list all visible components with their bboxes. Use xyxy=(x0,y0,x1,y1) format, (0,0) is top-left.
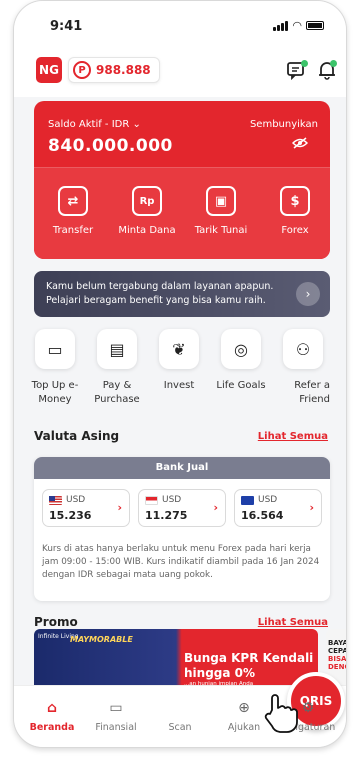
currency-code: USD xyxy=(66,495,86,505)
us-flag-icon xyxy=(49,495,62,505)
transfer-button[interactable]: ⇄ Transfer xyxy=(38,186,108,236)
rate-value: 11.275 xyxy=(145,509,188,522)
info-banner[interactable]: Kamu belum tergabung dalam layanan apapu… xyxy=(34,271,330,317)
action-label: Transfer xyxy=(52,225,94,236)
forex-card: Bank Jual USD 15.236 › USD 11.275 › USD … xyxy=(34,457,330,601)
rate-card[interactable]: USD 15.236 › xyxy=(42,489,130,527)
banner-text: Kamu belum tergabung dalam layanan apapu… xyxy=(46,281,274,306)
status-icons: ◠ xyxy=(273,19,324,32)
nav-finansial[interactable]: ▭ Finansial xyxy=(86,700,146,733)
cash-withdraw-button[interactable]: ▣ Tarik Tunai xyxy=(186,186,256,236)
forex-icon: $ xyxy=(280,186,310,216)
transfer-icon: ⇄ xyxy=(58,186,88,216)
notification-dot xyxy=(330,60,337,67)
menu-pay-purchase[interactable]: ▤ Pay & Purchase xyxy=(86,329,148,407)
rate-card[interactable]: USD 11.275 › xyxy=(138,489,226,527)
notification-dot xyxy=(301,60,308,67)
chevron-right-icon: › xyxy=(309,501,314,514)
promo-text: BAYAR xyxy=(328,639,346,647)
menu-label: Invest xyxy=(163,380,195,391)
wallet-icon: ▭ xyxy=(35,329,75,369)
balance-card: Saldo Aktif - IDR ⌄ 840.000.000 Sembunyi… xyxy=(34,101,330,259)
points-icon: P xyxy=(73,61,91,79)
nav-label: Scan xyxy=(168,722,192,733)
forex-button[interactable]: $ Forex xyxy=(260,186,330,236)
menu-label: Refer a Friend xyxy=(294,380,330,405)
action-label: Forex xyxy=(281,225,309,236)
chevron-right-icon: › xyxy=(213,501,218,514)
chevron-right-icon[interactable]: › xyxy=(296,282,320,306)
action-label: Minta Dana xyxy=(118,225,176,236)
promo-title: Promo xyxy=(34,615,78,629)
eye-off-icon[interactable] xyxy=(291,137,309,153)
bill-icon: ▤ xyxy=(97,329,137,369)
cash-icon: ▭ xyxy=(109,700,123,716)
menu-life-goals[interactable]: ◎ Life Goals xyxy=(210,329,272,393)
action-label: Tarik Tunai xyxy=(194,225,248,236)
status-bar: 9:41 ◠ xyxy=(14,1,346,51)
promo-text: BISA D xyxy=(328,655,347,663)
balance-label[interactable]: Saldo Aktif - IDR ⌄ xyxy=(48,119,141,130)
quick-menu: ▭ Top Up e-Money ▤ Pay & Purchase ❦ Inve… xyxy=(14,329,346,421)
promo-see-all-link[interactable]: Lihat Semua xyxy=(258,617,328,628)
chevron-right-icon: › xyxy=(117,501,122,514)
rate-value: 16.564 xyxy=(241,509,284,522)
nav-beranda[interactable]: ⌂ Beranda xyxy=(22,700,82,733)
nav-label: Beranda xyxy=(29,722,75,733)
eu-flag-icon xyxy=(241,495,254,505)
bell-icon[interactable] xyxy=(316,59,338,81)
hide-balance-label[interactable]: Sembunyikan xyxy=(250,119,318,130)
top-header: NG P 988.888 xyxy=(14,51,346,97)
cash-withdraw-icon: ▣ xyxy=(206,186,236,216)
nav-label: Finansial xyxy=(95,722,137,733)
valuta-see-all-link[interactable]: Lihat Semua xyxy=(258,431,328,442)
battery-icon xyxy=(306,21,324,30)
promo-text: DENGA xyxy=(328,663,346,671)
balance-value: 840.000.000 xyxy=(48,136,173,156)
menu-label: Pay & Purchase xyxy=(94,380,140,405)
menu-invest[interactable]: ❦ Invest xyxy=(148,329,210,393)
points-value: 988.888 xyxy=(96,63,151,77)
phone-frame: 9:41 ◠ NG P 988.888 Saldo Aktif - IDR ⌄ … xyxy=(13,0,347,748)
refer-icon: ⚇ xyxy=(283,329,323,369)
points-badge[interactable]: P 988.888 xyxy=(68,57,160,83)
promo-tagline: MAYMORABLE xyxy=(70,635,133,644)
pointer-hand-icon xyxy=(264,694,298,733)
currency-code: USD xyxy=(162,495,182,505)
balance-actions: ⇄ Transfer Rp Minta Dana ▣ Tarik Tunai $… xyxy=(34,168,330,259)
request-funds-icon: Rp xyxy=(132,186,162,216)
sprout-icon: ❦ xyxy=(159,329,199,369)
menu-refer-friend[interactable]: ⚇ Refer a Friend xyxy=(272,329,334,407)
wifi-icon: ◠ xyxy=(292,19,302,32)
request-funds-button[interactable]: Rp Minta Dana xyxy=(112,186,182,236)
chat-icon[interactable] xyxy=(286,59,308,81)
bank-jual-tab[interactable]: Bank Jual xyxy=(34,457,330,479)
promo-text: CEPAT xyxy=(328,647,347,655)
rate-value: 15.236 xyxy=(49,509,92,522)
status-time: 9:41 xyxy=(50,19,83,34)
rate-card[interactable]: USD 16.564 › xyxy=(234,489,322,527)
signal-icon xyxy=(273,20,289,31)
sg-flag-icon xyxy=(145,495,158,505)
menu-label: Top Up e-Money xyxy=(31,380,79,405)
promo-headline: Bunga KPR Kendali hingga 0% xyxy=(184,651,314,680)
home-icon: ⌂ xyxy=(46,700,58,716)
menu-label: Life Goals xyxy=(216,380,266,391)
currency-code: USD xyxy=(258,495,278,505)
valuta-title: Valuta Asing xyxy=(34,429,120,443)
forex-disclaimer: Kurs di atas hanya berlaku untuk menu Fo… xyxy=(42,544,320,580)
menu-top-up[interactable]: ▭ Top Up e-Money xyxy=(24,329,86,407)
nav-scan[interactable]: QRIS Scan xyxy=(150,672,345,733)
target-icon: ◎ xyxy=(221,329,261,369)
profile-avatar[interactable]: NG xyxy=(36,57,62,83)
